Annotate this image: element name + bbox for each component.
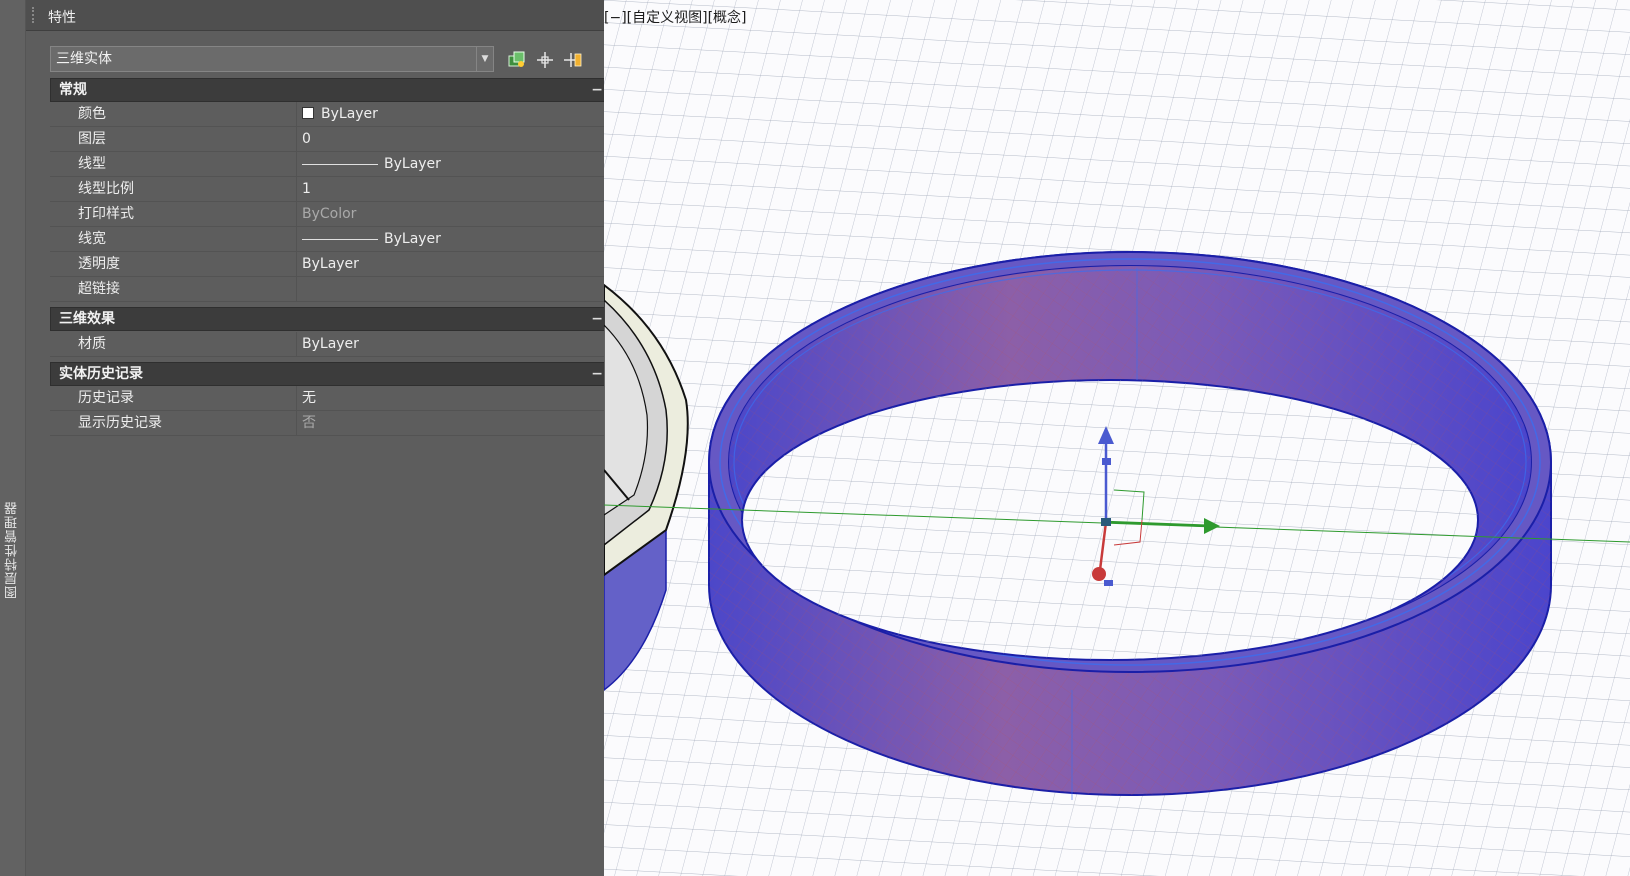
- select-objects-icon: [537, 52, 553, 68]
- section-header-general[interactable]: 常规 −: [50, 78, 612, 102]
- section-title: 实体历史记录: [59, 366, 143, 382]
- section-title: 常规: [59, 82, 87, 98]
- color-swatch-icon: [302, 107, 314, 119]
- quick-select-button[interactable]: [506, 49, 528, 71]
- prop-name: 图层: [78, 131, 106, 147]
- toggle-pickadd-icon: [564, 53, 582, 67]
- drag-grip-icon[interactable]: [32, 7, 40, 23]
- section-header-solid-history[interactable]: 实体历史记录 −: [50, 362, 612, 386]
- palette-title: 特性: [48, 10, 76, 26]
- collapse-icon[interactable]: −: [591, 79, 603, 101]
- palette-titlebar[interactable]: 特性: [26, 0, 604, 31]
- prop-name: 历史记录: [78, 390, 134, 406]
- prop-row-color[interactable]: 颜色 ByLayer: [50, 102, 612, 127]
- prop-name: 线型: [78, 156, 106, 172]
- linetype-sample-icon: [302, 163, 378, 165]
- object-type-value: 三维实体: [56, 51, 112, 67]
- prop-value[interactable]: ByLayer: [302, 152, 592, 176]
- prop-name: 颜色: [78, 106, 106, 122]
- drawing-viewport[interactable]: [−][自定义视图][概念]: [604, 0, 1630, 876]
- prop-value[interactable]: 0: [302, 127, 592, 151]
- collapse-icon[interactable]: −: [591, 363, 603, 385]
- prop-row-history[interactable]: 历史记录 无: [50, 386, 612, 411]
- prop-row-linetype-scale[interactable]: 线型比例 1: [50, 177, 612, 202]
- prop-row-plot-style[interactable]: 打印样式 ByColor: [50, 202, 612, 227]
- layer-properties-manager-tab[interactable]: 图层特性管理器: [3, 480, 23, 620]
- prop-row-hyperlink[interactable]: 超链接: [50, 277, 612, 302]
- prop-row-transparency[interactable]: 透明度 ByLayer: [50, 252, 612, 277]
- viewport-view-label[interactable]: [−][自定义视图][概念]: [604, 7, 747, 27]
- object-type-select[interactable]: 三维实体 ▼: [50, 46, 494, 72]
- prop-name: 线宽: [78, 231, 106, 247]
- prop-row-layer[interactable]: 图层 0: [50, 127, 612, 152]
- prop-row-material[interactable]: 材质 ByLayer: [50, 332, 612, 357]
- prop-name: 透明度: [78, 256, 120, 272]
- ring-solid[interactable]: [707, 251, 1553, 800]
- dropdown-arrow-icon[interactable]: ▼: [476, 47, 493, 71]
- select-objects-button[interactable]: [534, 49, 556, 71]
- prop-name: 线型比例: [78, 181, 134, 197]
- prop-value[interactable]: ByLayer: [302, 332, 592, 356]
- prop-name: 超链接: [78, 281, 120, 297]
- section-title: 三维效果: [59, 311, 115, 327]
- prop-value[interactable]: 无: [302, 386, 592, 410]
- toggle-pickadd-button[interactable]: [562, 49, 584, 71]
- prop-value[interactable]: ByLayer: [302, 102, 592, 126]
- prop-value[interactable]: ByLayer: [302, 252, 592, 276]
- prop-row-linetype[interactable]: 线型 ByLayer: [50, 152, 612, 177]
- quick-select-icon: [508, 51, 525, 67]
- prop-value[interactable]: ByLayer: [302, 227, 592, 251]
- prop-name: 打印样式: [78, 206, 134, 222]
- lineweight-sample-icon: [302, 238, 378, 240]
- y-axis-handle-icon[interactable]: [1092, 567, 1106, 581]
- prop-row-show-history[interactable]: 显示历史记录 否: [50, 411, 612, 436]
- section-header-3d-effects[interactable]: 三维效果 −: [50, 307, 612, 331]
- viewport-canvas[interactable]: [604, 0, 1630, 876]
- side-panel-strip: 图层特性管理器: [0, 0, 26, 876]
- prop-value[interactable]: 1: [302, 177, 592, 201]
- prop-value: 否: [302, 415, 316, 431]
- collapse-icon[interactable]: −: [591, 308, 603, 330]
- prop-row-lineweight[interactable]: 线宽 ByLayer: [50, 227, 612, 252]
- prop-name: 材质: [78, 336, 106, 352]
- prop-value: ByColor: [302, 206, 357, 222]
- prop-name: 显示历史记录: [78, 415, 162, 431]
- properties-palette: 特性 三维实体 ▼ 常规 − 颜色 ByLayer 图层 0 线型 ByLaye…: [26, 0, 612, 876]
